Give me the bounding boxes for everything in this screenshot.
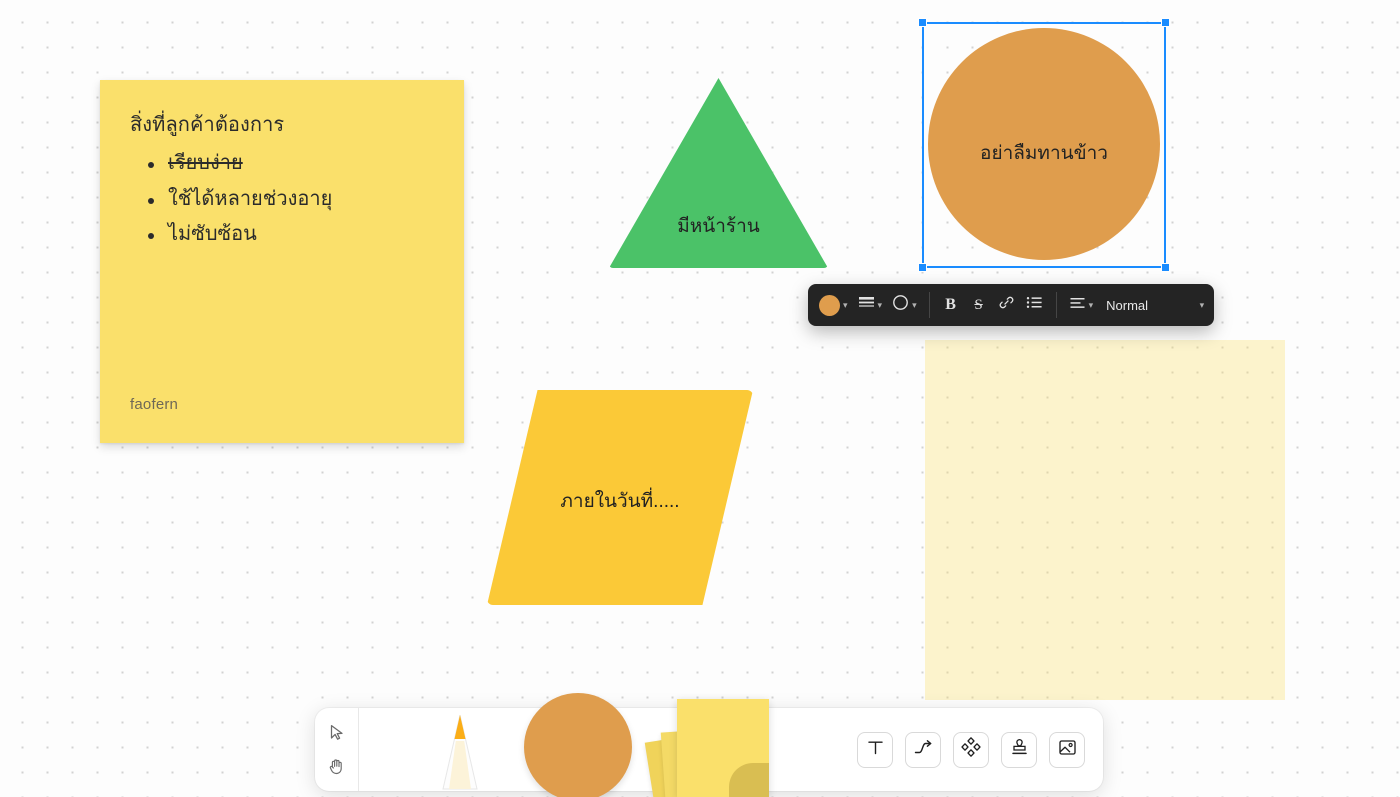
stroke-weight-button[interactable]: ▾ [853, 290, 888, 320]
link-button[interactable] [993, 290, 1021, 320]
text-align-button[interactable]: ▾ [1064, 290, 1099, 320]
sticky-note-author: faofern [130, 396, 179, 413]
stamp-tool-button[interactable] [1001, 731, 1037, 768]
sticky-note-list: เรียบง่าย ใช้ได้หลายช่วงอายุ ไม่ซับซ้อน [130, 146, 438, 253]
chevron-down-icon: ▾ [843, 299, 848, 310]
note-front [677, 699, 769, 797]
sticky-note-stack-tool[interactable] [644, 693, 769, 797]
shapes-tool-button[interactable] [953, 731, 989, 768]
connector-tool-button[interactable] [905, 731, 941, 768]
list-item-label: ใช้ได้หลายช่วงอายุ [168, 187, 333, 210]
selection-frame[interactable] [918, 18, 1170, 272]
triangle-fill [609, 78, 828, 268]
pen-tool[interactable] [431, 711, 489, 791]
bold-button[interactable]: B [937, 290, 965, 320]
circle-shape-tool[interactable] [524, 693, 632, 797]
tool-dock[interactable] [315, 693, 1103, 797]
resize-handle-bottom-left[interactable] [918, 263, 927, 272]
toolbar-divider [928, 292, 930, 318]
text-tool-icon [865, 737, 886, 763]
image-icon [1057, 737, 1078, 763]
bold-icon: B [945, 296, 956, 313]
text-align-icon [1069, 296, 1086, 315]
dock-tools-group [359, 693, 849, 797]
bullet-list-icon [1026, 295, 1043, 315]
parallelogram-fill [487, 390, 753, 605]
shape-triangle[interactable]: มีหน้าร้าน [609, 78, 828, 268]
format-toolbar[interactable]: ▾ ▾ ▾ B S ▾ Normal ▾ [808, 284, 1215, 326]
shape-rectangle[interactable] [925, 340, 1285, 700]
chevron-down-icon: ▾ [877, 299, 883, 310]
chevron-down-icon: ▾ [1199, 299, 1205, 310]
resize-handle-top-right[interactable] [1161, 18, 1170, 27]
link-icon [998, 294, 1015, 316]
font-size-label: Normal [1106, 297, 1149, 313]
list-item: เรียบง่าย [130, 146, 438, 182]
shape-style-button[interactable]: ▾ [887, 290, 922, 320]
chevron-down-icon: ▾ [1088, 299, 1094, 310]
resize-handle-top-left[interactable] [918, 18, 927, 27]
list-item-label: เรียบง่าย [168, 152, 243, 174]
resize-handle-bottom-right[interactable] [1161, 263, 1170, 272]
sticky-note[interactable]: สิ่งที่ลูกค้าต้องการ เรียบง่าย ใช้ได้หลา… [100, 80, 464, 443]
sticky-note-body: สิ่งที่ลูกค้าต้องการ เรียบง่าย ใช้ได้หลา… [100, 80, 464, 253]
stroke-weight-icon [858, 295, 875, 315]
fill-color-button[interactable]: ▾ [814, 290, 853, 320]
image-tool-button[interactable] [1049, 731, 1085, 768]
list-item: ไม่ซับซ้อน [130, 217, 438, 253]
whiteboard-canvas[interactable]: สิ่งที่ลูกค้าต้องการ เรียบง่าย ใช้ได้หลา… [0, 0, 1400, 797]
sticky-note-title: สิ่งที่ลูกค้าต้องการ [130, 114, 285, 136]
dock-nav-group [315, 708, 359, 791]
color-circle-icon [819, 294, 840, 316]
cursor-arrow-icon[interactable] [327, 723, 346, 742]
bullet-list-button[interactable] [1021, 290, 1049, 320]
dock-icon-group [849, 708, 1103, 791]
font-size-dropdown[interactable]: Normal ▾ [1098, 290, 1208, 320]
strikethrough-button[interactable]: S [965, 290, 993, 320]
toolbar-divider [1055, 292, 1057, 318]
shapes-diamond-icon [960, 736, 982, 763]
note-curl-corner [729, 763, 769, 797]
text-tool-button[interactable] [857, 731, 893, 768]
connector-arrow-icon [912, 736, 934, 763]
shape-outline-icon [892, 294, 909, 316]
hand-icon[interactable] [327, 756, 347, 776]
chevron-down-icon: ▾ [912, 299, 917, 310]
strikethrough-icon: S [974, 296, 983, 313]
list-item: ใช้ได้หลายช่วงอายุ [130, 182, 438, 218]
shape-parallelogram[interactable]: ภายในวันที่..... [487, 390, 753, 605]
list-item-label: ไม่ซับซ้อน [168, 223, 257, 246]
stamp-icon [1009, 737, 1030, 763]
